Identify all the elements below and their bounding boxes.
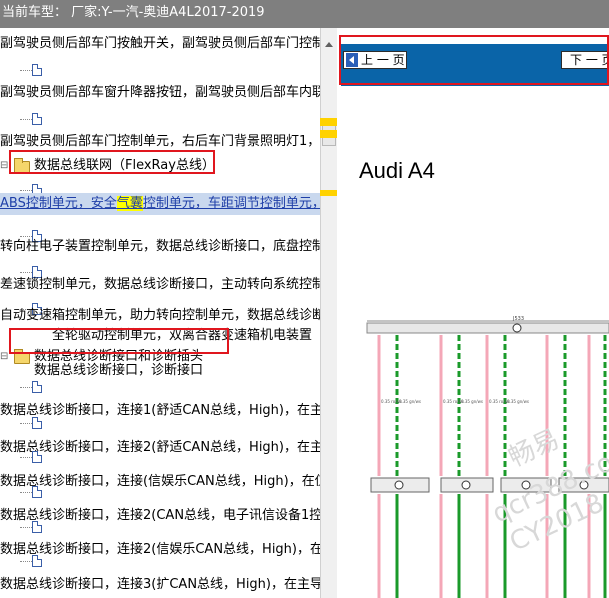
scroll-up-icon[interactable] xyxy=(325,42,333,47)
tree-item-label[interactable]: 自动变速箱控制单元，助力转向控制单元，数据总线诊断 xyxy=(0,305,320,327)
tree-connector-line xyxy=(20,70,32,71)
scroll-accent-marker xyxy=(320,118,337,126)
vehicle-header-title: 当前车型： 厂家:Y-一汽-奥迪A4L2017-2019 xyxy=(2,5,265,20)
tree-item-label[interactable]: 数据总线诊断接口，诊断接口 xyxy=(34,360,203,382)
tree-item-label[interactable]: 数据总线诊断接口，连接2(舒适CAN总线，High)，在主 xyxy=(0,437,320,459)
tree-connector-line xyxy=(20,190,32,191)
tree-item-label[interactable]: 转向柱电子装置控制单元，数据总线诊断接口，底盘控制 xyxy=(0,236,320,258)
collapse-icon[interactable]: ⊟ xyxy=(0,155,8,177)
module-label-top: J533 xyxy=(512,316,524,322)
ground-symbol-icon xyxy=(394,480,404,490)
wire-label: 0.35 gn/ws xyxy=(461,399,483,404)
ground-symbol-icon xyxy=(461,480,471,490)
next-page-label: 下 一 页 xyxy=(570,53,609,67)
document-icon[interactable] xyxy=(32,381,42,393)
folder-icon xyxy=(14,158,30,173)
page-nav-bar: 上 一 页 下 一 页 xyxy=(341,44,609,86)
wire-label: 0.35 gn/ws xyxy=(399,399,421,404)
document-icon[interactable] xyxy=(32,451,42,463)
tree-item-label[interactable]: 全轮驱动控制单元，双离合器变速箱机电装置 xyxy=(52,325,312,347)
scroll-accent-marker xyxy=(320,190,337,196)
document-icon[interactable] xyxy=(32,64,42,76)
tree-item-selected[interactable]: ABS控制单元，安全气囊控制单元，车距调节控制单元， xyxy=(0,193,320,215)
tree-item-label[interactable]: 副驾驶员侧后部车门按触开关，副驾驶员侧后部车门控制 xyxy=(0,33,320,55)
tree-item-label: 控制单元，车距调节控制单元， xyxy=(142,196,320,211)
document-icon[interactable] xyxy=(32,486,42,498)
tree-item-label: ABS控制单元，安全 xyxy=(0,196,117,211)
doc-title: Audi A4 xyxy=(359,158,435,183)
tree-item-label[interactable]: 数据总线诊断接口，连接1(舒适CAN总线，High)，在主 xyxy=(0,400,320,422)
search-highlight: 气囊 xyxy=(116,196,143,211)
ground-symbol-icon xyxy=(512,323,522,333)
tree-connector-line xyxy=(20,561,32,562)
prev-page-label: 上 一 页 xyxy=(361,53,405,67)
wire-label: 0.35 gn/ws xyxy=(507,399,529,404)
tree-connector-line xyxy=(20,272,32,273)
tree-item-label[interactable]: 数据总线诊断接口，连接3(扩CAN总线，High)，在主导 xyxy=(0,574,320,596)
tree-item-label[interactable]: 差速锁控制单元，数据总线诊断接口，主动转向系统控制 xyxy=(0,274,320,296)
diagram-viewer: 上 一 页 下 一 页 Audi A4 J533 0.35 ro/ws 0.35 … xyxy=(337,28,609,598)
wiring-tree[interactable]: 副驾驶员侧后部车门按触开关，副驾驶员侧后部车门控制 副驾驶员侧后部车窗升降器按钮，… xyxy=(0,28,320,598)
folder-icon xyxy=(14,349,30,364)
prev-page-button[interactable]: 上 一 页 xyxy=(343,51,407,69)
tree-connector-line xyxy=(20,387,32,388)
top-module-box xyxy=(366,322,609,334)
back-arrow-icon xyxy=(346,53,358,67)
tree-connector-line xyxy=(20,492,32,493)
tree-connector-line xyxy=(20,119,32,120)
document-icon[interactable] xyxy=(32,113,42,125)
folder-label: 数据总线联网（FlexRay总线） xyxy=(34,158,215,173)
scroll-accent-marker xyxy=(320,130,337,138)
tree-connector-line xyxy=(20,457,32,458)
tree-item-label[interactable]: 数据总线诊断接口，连接(信娱乐CAN总线，High)，在仪 xyxy=(0,471,320,493)
collapse-icon[interactable]: ⊟ xyxy=(0,346,8,368)
tree-connector-line xyxy=(20,527,32,528)
document-icon[interactable] xyxy=(32,521,42,533)
document-icon[interactable] xyxy=(32,555,42,567)
tree-item-label[interactable]: 数据总线诊断接口，连接2(信娱乐CAN总线，High)，在 xyxy=(0,539,320,561)
tree-connector-line xyxy=(20,423,32,424)
document-icon[interactable] xyxy=(32,417,42,429)
tree-item-label[interactable]: 副驾驶员侧后部车窗升降器按钮，副驾驶员侧后部车内联 xyxy=(0,82,320,104)
tree-scrollbar[interactable] xyxy=(320,28,337,598)
vehicle-header: 当前车型： 厂家:Y-一汽-奥迪A4L2017-2019 xyxy=(0,0,609,28)
tree-item-label[interactable]: 数据总线诊断接口，连接2(CAN总线，电子讯信设备1控 xyxy=(0,505,320,527)
wiring-diagram: J533 0.35 ro/ws0.35 gn/ws 0.35 ro/ws0.35 … xyxy=(366,316,609,598)
next-page-button[interactable]: 下 一 页 xyxy=(561,51,609,69)
tree-item-label[interactable]: 副驾驶员侧后部车门控制单元，右后车门背景照明灯1， xyxy=(0,131,320,153)
